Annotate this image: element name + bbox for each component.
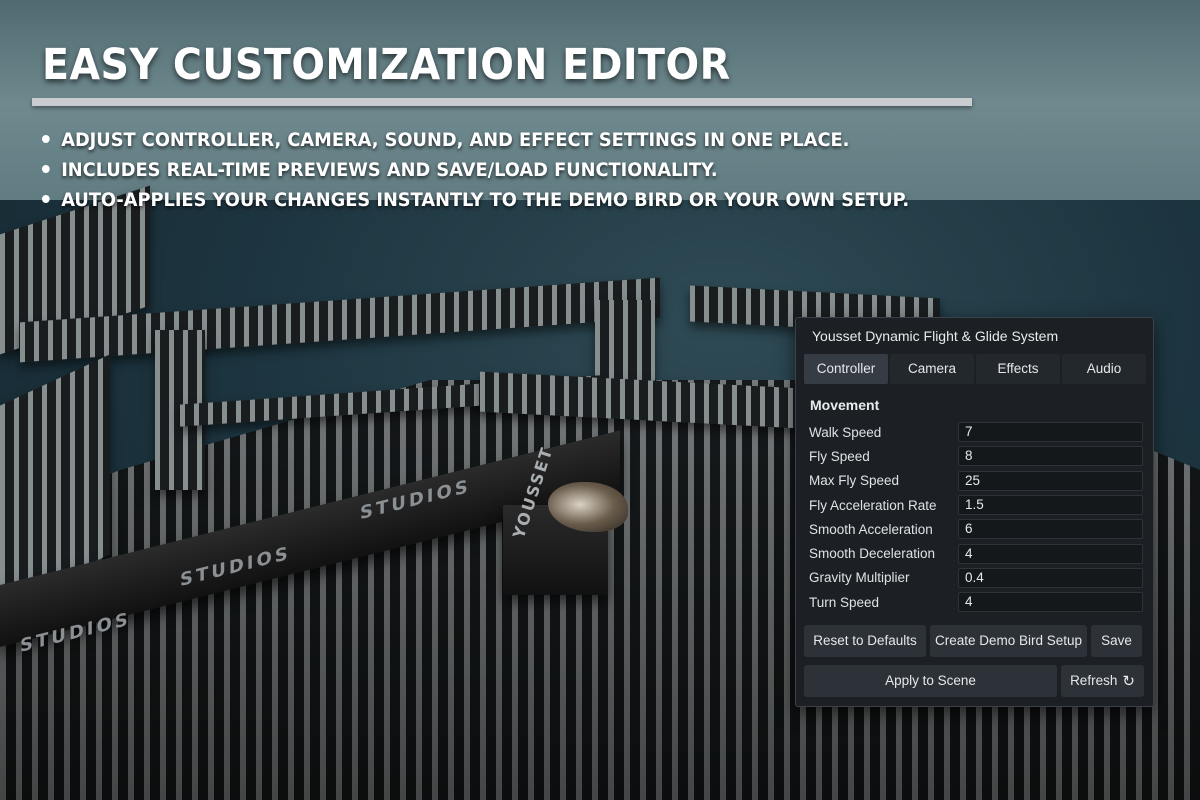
refresh-button[interactable]: Refresh ↻ <box>1061 665 1144 697</box>
field-fly-speed: Fly Speed 8 <box>809 444 1143 468</box>
bullet-dot-icon <box>42 165 50 173</box>
section-title: Movement <box>810 397 880 413</box>
headline: EASY CUSTOMIZATION EDITOR <box>42 40 731 90</box>
field-smooth-deceleration: Smooth Deceleration 4 <box>809 541 1143 565</box>
field-gravity-multiplier: Gravity Multiplier 0.4 <box>809 566 1143 590</box>
field-label: Fly Acceleration Rate <box>809 497 937 513</box>
refresh-icon: ↻ <box>1122 673 1135 690</box>
feature-bullet: ADJUST CONTROLLER, CAMERA, SOUND, AND EF… <box>42 126 909 156</box>
feature-text: ADJUST CONTROLLER, CAMERA, SOUND, AND EF… <box>61 130 850 151</box>
reset-defaults-button[interactable]: Reset to Defaults <box>804 625 926 657</box>
editor-panel: Yousset Dynamic Flight & Glide System Co… <box>795 317 1154 707</box>
bullet-dot-icon <box>42 135 50 143</box>
field-max-fly-speed: Max Fly Speed 25 <box>809 469 1143 493</box>
tab-bar: Controller Camera Effects Audio <box>804 354 1146 384</box>
feature-list: ADJUST CONTROLLER, CAMERA, SOUND, AND EF… <box>42 126 945 216</box>
bullet-dot-icon <box>42 195 50 203</box>
apply-to-scene-button[interactable]: Apply to Scene <box>804 665 1057 697</box>
fly-speed-input[interactable]: 8 <box>958 446 1143 467</box>
field-turn-speed: Turn Speed 4 <box>809 590 1143 614</box>
panel-title: Yousset Dynamic Flight & Glide System <box>812 328 1059 344</box>
tab-controller[interactable]: Controller <box>804 354 888 384</box>
action-row: Reset to Defaults Create Demo Bird Setup… <box>804 625 1142 657</box>
gravity-multiplier-input[interactable]: 0.4 <box>958 567 1143 588</box>
tab-camera[interactable]: Camera <box>890 354 974 384</box>
tab-audio[interactable]: Audio <box>1062 354 1146 384</box>
field-label: Fly Speed <box>809 448 870 464</box>
field-smooth-acceleration: Smooth Acceleration 6 <box>809 517 1143 541</box>
apply-row: Apply to Scene Refresh ↻ <box>804 665 1144 697</box>
field-label: Gravity Multiplier <box>809 570 910 586</box>
turn-speed-input[interactable]: 4 <box>958 592 1143 613</box>
field-label: Smooth Deceleration <box>809 546 936 562</box>
field-fly-acceleration-rate: Fly Acceleration Rate 1.5 <box>809 493 1143 517</box>
feature-text: AUTO-APPLIES YOUR CHANGES INSTANTLY TO T… <box>61 190 910 211</box>
feature-text: INCLUDES REAL-TIME PREVIEWS AND SAVE/LOA… <box>61 160 718 181</box>
field-label: Turn Speed <box>809 594 880 610</box>
feature-bullet: AUTO-APPLIES YOUR CHANGES INSTANTLY TO T… <box>42 186 909 216</box>
smooth-deceleration-input[interactable]: 4 <box>958 543 1143 564</box>
refresh-label: Refresh <box>1070 673 1118 688</box>
field-label: Max Fly Speed <box>809 473 900 489</box>
walk-speed-input[interactable]: 7 <box>958 422 1143 443</box>
field-label: Walk Speed <box>809 424 882 440</box>
headline-divider <box>32 98 972 106</box>
settings-fields: Walk Speed 7 Fly Speed 8 Max Fly Speed 2… <box>809 420 1143 614</box>
max-fly-speed-input[interactable]: 25 <box>958 470 1143 491</box>
save-button[interactable]: Save <box>1091 625 1142 657</box>
smooth-acceleration-input[interactable]: 6 <box>958 519 1143 540</box>
field-walk-speed: Walk Speed 7 <box>809 420 1143 444</box>
field-label: Smooth Acceleration <box>809 521 933 537</box>
create-demo-bird-button[interactable]: Create Demo Bird Setup <box>930 625 1087 657</box>
feature-bullet: INCLUDES REAL-TIME PREVIEWS AND SAVE/LOA… <box>42 156 909 186</box>
fly-acceleration-rate-input[interactable]: 1.5 <box>958 495 1143 516</box>
tab-effects[interactable]: Effects <box>976 354 1060 384</box>
